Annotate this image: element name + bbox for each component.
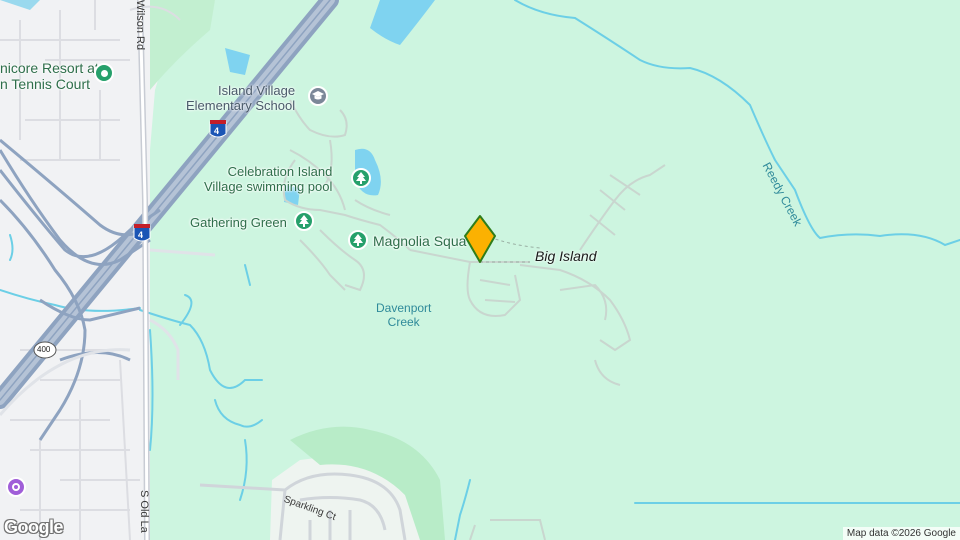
s-old-lake-label: S Old La — [138, 490, 150, 533]
route-400-shield-label: 400 — [37, 345, 51, 354]
i4-shield-label-upper: 4 — [214, 126, 220, 136]
tree-icon[interactable] — [294, 211, 314, 231]
i4-shield-label-lower: 4 — [138, 230, 144, 240]
big-island-label: Big Island — [535, 248, 597, 264]
tree-icon[interactable] — [348, 230, 368, 250]
google-logo[interactable]: Google — [4, 517, 64, 538]
place-dot-icon[interactable] — [94, 63, 114, 83]
location-marker-icon[interactable] — [462, 214, 498, 264]
davenport-creek-label: Davenport Creek — [376, 301, 432, 329]
island-village-school-label[interactable]: Island Village Elementary School — [186, 83, 295, 113]
map-data-attribution[interactable]: Map data ©2026 Google — [842, 527, 960, 540]
purple-poi-icon[interactable] — [6, 477, 26, 497]
school-icon[interactable] — [308, 86, 328, 106]
celebration-pool-label[interactable]: Celebration Island Village swimming pool — [204, 164, 332, 194]
resort-label[interactable]: nicore Resort at n Tennis Court — [0, 60, 99, 92]
tree-icon[interactable] — [351, 168, 371, 188]
map-canvas[interactable] — [0, 0, 960, 540]
wilson-rd-label: Wilson Rd — [134, 0, 146, 51]
magnolia-square-label[interactable]: Magnolia Squa — [373, 233, 466, 249]
gathering-green-label[interactable]: Gathering Green — [190, 215, 287, 230]
